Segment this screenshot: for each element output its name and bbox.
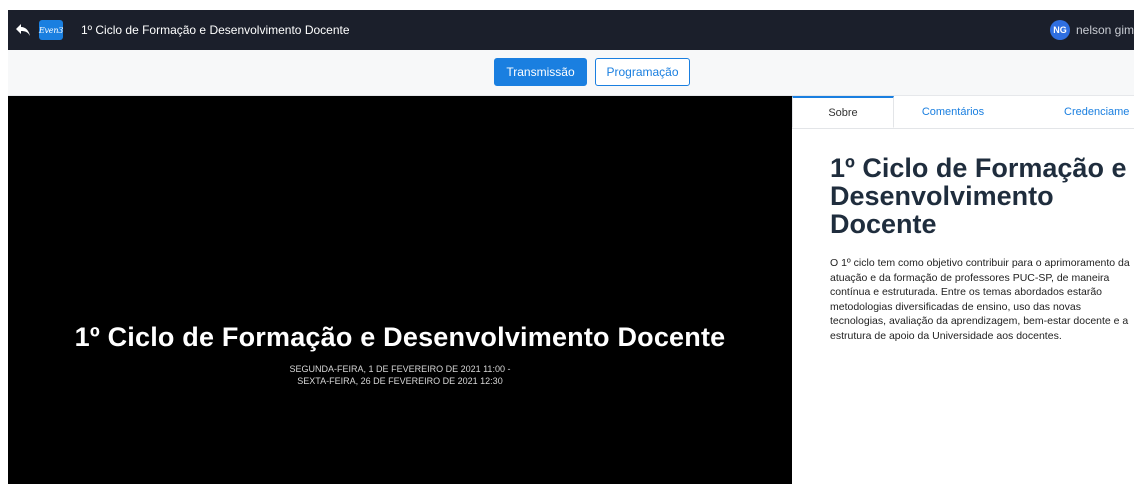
about-title: 1º Ciclo de Formação e Desenvolvimento D… (830, 153, 1127, 239)
video-player[interactable]: 1º Ciclo de Formação e Desenvolvimento D… (8, 96, 792, 484)
panel-tabs: Sobre Comentários Credenciame (792, 96, 1134, 129)
top-bar: Even3 1º Ciclo de Formação e Desenvolvim… (8, 10, 1134, 50)
event-title: 1º Ciclo de Formação e Desenvolvimento D… (81, 23, 350, 37)
avatar[interactable]: NG (1049, 20, 1070, 40)
video-date-end: SEXTA-FEIRA, 26 DE FEVEREIRO DE 2021 12:… (297, 376, 503, 386)
back-arrow-icon[interactable] (8, 10, 38, 50)
video-title: 1º Ciclo de Formação e Desenvolvimento D… (74, 322, 726, 352)
about-description: O 1º ciclo tem como objetivo contribuir … (830, 257, 1130, 342)
user-menu[interactable]: NG nelson gim (1049, 10, 1134, 50)
tab-comentarios[interactable]: Comentários (894, 96, 1012, 128)
side-panel: Sobre Comentários Credenciame 1º Ciclo d… (792, 96, 1134, 484)
tab-credenciamento[interactable]: Credenciame (1064, 96, 1134, 128)
left-edge (0, 0, 8, 484)
even3-logo[interactable]: Even3 (39, 20, 63, 40)
user-name[interactable]: nelson gim (1076, 23, 1134, 37)
tab-sobre[interactable]: Sobre (792, 96, 894, 128)
video-date-start: SEGUNDA-FEIRA, 1 DE FEVEREIRO DE 2021 11… (289, 364, 511, 374)
programacao-button[interactable]: Programação (595, 58, 690, 86)
transmissao-button[interactable]: Transmissão (494, 58, 587, 86)
nav-bar: Transmissão Programação (8, 50, 1134, 96)
